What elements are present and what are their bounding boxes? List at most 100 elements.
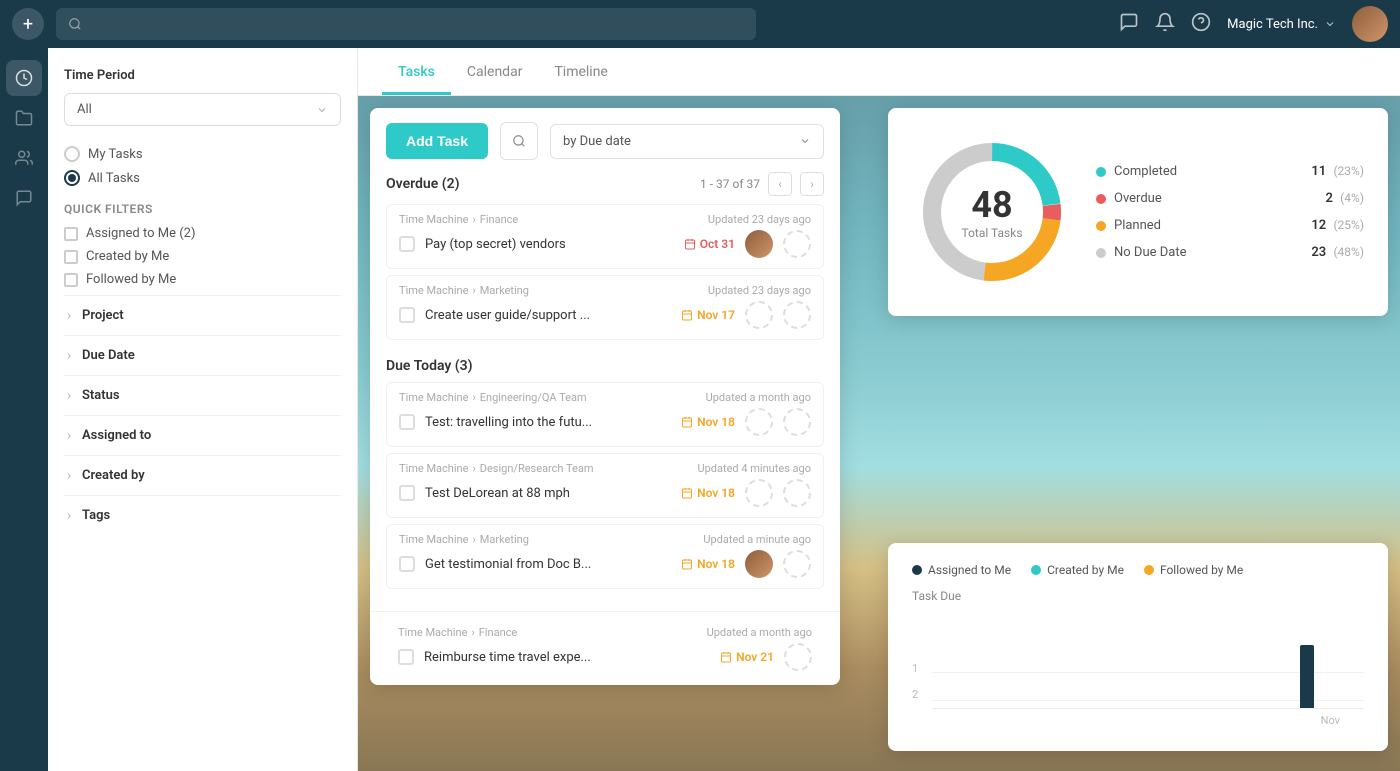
task-card[interactable]: Time Machine › Finance Updated 23 days a… bbox=[386, 204, 824, 269]
filter-followed-by-me[interactable]: Followed by Me bbox=[64, 272, 341, 287]
help-icon[interactable] bbox=[1191, 12, 1211, 37]
time-period-value: All bbox=[77, 102, 92, 117]
filter-group-header-status[interactable]: Status bbox=[64, 388, 341, 403]
filter-group-assigned-to: Assigned to bbox=[64, 415, 341, 455]
task-title: Create user guide/support ... bbox=[425, 308, 671, 323]
bar-assigned bbox=[1300, 645, 1314, 709]
overdue-title: Overdue (2) bbox=[386, 176, 460, 192]
chart-legend-created: Created by Me bbox=[1031, 563, 1124, 577]
add-task-button[interactable]: Add Task bbox=[386, 123, 488, 159]
sort-button[interactable]: by Due date bbox=[550, 124, 824, 159]
filter-group-header-assigned-to[interactable]: Assigned to bbox=[64, 428, 341, 443]
next-task-section: Time Machine › Finance Updated a month a… bbox=[370, 611, 840, 685]
updated-time: Updated 23 days ago bbox=[708, 284, 811, 297]
overdue-section-header: Overdue (2) 1 - 37 of 37 ‹ › bbox=[386, 172, 824, 196]
time-period-label: Time Period bbox=[64, 68, 341, 83]
filter-group-header-due-date[interactable]: Due Date bbox=[64, 348, 341, 363]
sidebar-item-users[interactable] bbox=[6, 140, 42, 176]
top-navigation: + Magic Tech Inc. bbox=[0, 0, 1400, 48]
chevron-right-icon bbox=[64, 431, 74, 441]
task-card[interactable]: Time Machine › Design/Research Team Upda… bbox=[386, 453, 824, 518]
legend-count-group: 11 (23%) bbox=[1311, 164, 1364, 179]
filter-assigned-to-me[interactable]: Assigned to Me (2) bbox=[64, 226, 341, 241]
legend-dot-overdue bbox=[1096, 194, 1106, 204]
chevron-down-icon bbox=[1324, 18, 1336, 30]
tab-calendar[interactable]: Calendar bbox=[451, 52, 539, 95]
plus-icon: + bbox=[23, 14, 33, 35]
updated-time: Updated a month ago bbox=[707, 626, 812, 639]
task-path: Time Machine › Marketing bbox=[399, 533, 529, 546]
legend-pct: (23%) bbox=[1333, 164, 1364, 178]
task-checkbox[interactable] bbox=[399, 307, 415, 323]
task-search-button[interactable] bbox=[500, 122, 538, 160]
next-page-button[interactable]: › bbox=[800, 172, 824, 196]
legend-count-group: 23 (48%) bbox=[1311, 245, 1364, 260]
task-card[interactable]: Time Machine › Engineering/QA Team Updat… bbox=[386, 382, 824, 447]
chat-icon[interactable] bbox=[1119, 12, 1139, 37]
legend-label: Assigned to Me bbox=[928, 563, 1011, 577]
tab-label: Tasks bbox=[398, 64, 435, 80]
filter-group-header-tags[interactable]: Tags bbox=[64, 508, 341, 523]
global-search[interactable] bbox=[56, 8, 756, 40]
radio-all-tasks[interactable]: All Tasks bbox=[64, 170, 341, 186]
task-checkbox[interactable] bbox=[398, 649, 414, 665]
task-due-date: Nov 18 bbox=[681, 486, 735, 500]
bell-icon[interactable] bbox=[1155, 12, 1175, 37]
task-assignee-empty bbox=[783, 230, 811, 258]
task-assignee-empty-2 bbox=[783, 408, 811, 436]
task-card[interactable]: Time Machine › Marketing Updated 23 days… bbox=[386, 275, 824, 340]
total-tasks-label: Total Tasks bbox=[961, 226, 1022, 240]
due-date-text: Nov 21 bbox=[736, 650, 774, 664]
task-checkbox[interactable] bbox=[399, 556, 415, 572]
task-card[interactable]: Time Machine › Marketing Updated a minut… bbox=[386, 524, 824, 589]
legend-pct: (4%) bbox=[1340, 191, 1364, 205]
filter-group-due-date: Due Date bbox=[64, 335, 341, 375]
filter-group-label: Project bbox=[82, 308, 124, 323]
bar-group bbox=[1152, 629, 1214, 709]
section-name: Engineering/QA Team bbox=[480, 391, 587, 404]
task-checkbox[interactable] bbox=[399, 236, 415, 252]
sidebar-item-time[interactable] bbox=[6, 60, 42, 96]
task-title: Get testimonial from Doc B... bbox=[425, 557, 671, 572]
sidebar-item-folder[interactable] bbox=[6, 100, 42, 136]
bar-group bbox=[1222, 629, 1284, 709]
filter-group-header-created-by[interactable]: Created by bbox=[64, 468, 341, 483]
task-due-label: Task Due bbox=[912, 589, 1364, 603]
task-assignee-empty bbox=[784, 643, 812, 671]
bar-group bbox=[942, 629, 1004, 709]
task-checkbox[interactable] bbox=[399, 485, 415, 501]
task-card-meta: Time Machine › Engineering/QA Team Updat… bbox=[387, 383, 823, 408]
legend-dot-created bbox=[1031, 565, 1041, 575]
legend-item-completed: Completed 11 (23%) bbox=[1096, 158, 1364, 185]
prev-page-button[interactable]: ‹ bbox=[768, 172, 792, 196]
radio-my-tasks[interactable]: My Tasks bbox=[64, 146, 341, 162]
task-card-body: Test: travelling into the futu... Nov 18 bbox=[387, 408, 823, 446]
section-name: Finance bbox=[479, 626, 517, 639]
filter-group-label: Created by bbox=[82, 468, 145, 483]
legend-count: 2 bbox=[1326, 191, 1333, 206]
tab-tasks[interactable]: Tasks bbox=[382, 52, 451, 95]
task-assignee-empty bbox=[745, 408, 773, 436]
user-avatar[interactable] bbox=[1352, 6, 1388, 42]
company-selector[interactable]: Magic Tech Inc. bbox=[1227, 17, 1336, 32]
filter-created-by-me[interactable]: Created by Me bbox=[64, 249, 341, 264]
chevron-down-icon bbox=[799, 135, 811, 147]
chart-legend: Assigned to Me Created by Me Followed by… bbox=[912, 563, 1364, 577]
task-checkbox[interactable] bbox=[399, 414, 415, 430]
x-axis bbox=[932, 708, 1364, 709]
left-sidebar bbox=[0, 48, 48, 771]
filter-group-tags: Tags bbox=[64, 495, 341, 535]
tab-timeline[interactable]: Timeline bbox=[538, 52, 623, 95]
filter-group-header-project[interactable]: Project bbox=[64, 308, 341, 323]
task-title: Test: travelling into the futu... bbox=[425, 415, 671, 430]
sidebar-item-chat[interactable] bbox=[6, 180, 42, 216]
time-period-select[interactable]: All bbox=[64, 93, 341, 126]
legend-count: 23 bbox=[1311, 245, 1326, 260]
legend-left: No Due Date bbox=[1096, 245, 1186, 260]
add-button[interactable]: + bbox=[12, 8, 44, 40]
legend-dot-assigned bbox=[912, 565, 922, 575]
task-due-date: Nov 18 bbox=[681, 557, 735, 571]
due-today-title: Due Today (3) bbox=[370, 346, 840, 382]
content-body: Add Task by Due date Overdue (2) bbox=[358, 96, 1400, 771]
tab-label: Calendar bbox=[467, 64, 523, 80]
